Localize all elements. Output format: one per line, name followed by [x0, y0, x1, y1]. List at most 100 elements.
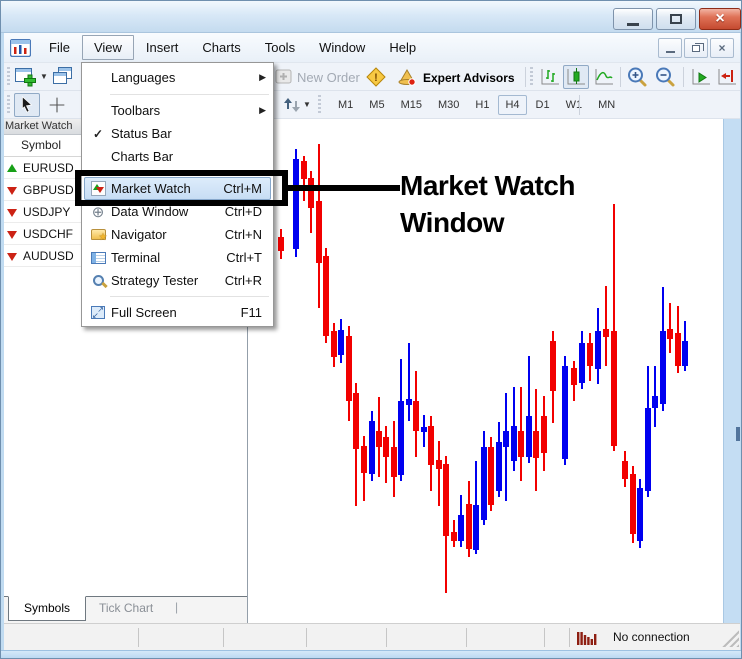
window-minimize-button[interactable] — [613, 8, 653, 30]
candle-body — [323, 256, 329, 336]
view-menu-item-full-screen[interactable]: Full Screen F11 — [84, 301, 271, 324]
bar-chart-button[interactable] — [537, 65, 563, 89]
toolbar-separator — [683, 67, 684, 87]
auto-scroll-button[interactable] — [688, 65, 714, 89]
view-menu-item-data-window[interactable]: Data Window Ctrl+D — [84, 200, 271, 223]
child-window-close-button[interactable]: × — [710, 38, 734, 58]
candle-body — [436, 460, 442, 469]
expert-advisors-button[interactable]: Expert Advisors — [423, 71, 515, 85]
statusbar-divider — [223, 628, 224, 647]
down-arrow-icon — [7, 253, 17, 261]
menu-item-shortcut: F11 — [240, 305, 262, 320]
candle-body — [652, 396, 658, 408]
annotation-connector-line — [288, 185, 400, 191]
crosshair-tool-button[interactable] — [44, 93, 70, 117]
menubar-item-charts[interactable]: Charts — [190, 35, 252, 60]
line-chart-button[interactable] — [591, 65, 617, 89]
new-order-button[interactable]: New Order — [297, 70, 360, 85]
strategy-tester-glyph — [92, 275, 104, 286]
zoom-in-button[interactable] — [625, 65, 651, 89]
timeframe-button-m30[interactable]: M30 — [431, 95, 466, 115]
symbol-name: AUDUSD — [23, 249, 74, 263]
timeframe-button-w1[interactable]: W1 — [559, 95, 590, 115]
warning-button[interactable]: ! — [363, 65, 389, 89]
candle-body — [579, 343, 585, 383]
view-menu-item-charts-bar[interactable]: Charts Bar — [84, 145, 271, 168]
tab-tick-chart[interactable]: Tick Chart — [99, 601, 153, 615]
annotation-line1: Market Watch — [400, 170, 576, 201]
view-menu-item-strategy-tester[interactable]: Strategy Tester Ctrl+R — [84, 269, 271, 292]
candle-body — [541, 416, 547, 453]
data-window-glyph — [92, 203, 105, 221]
menu-item-label: Status Bar — [111, 126, 172, 141]
child-window-minimize-button[interactable] — [658, 38, 682, 58]
candle-body — [667, 329, 673, 339]
timeframe-button-d1[interactable]: D1 — [529, 95, 557, 115]
chart-profiles-icon — [53, 67, 72, 84]
view-menu-item-navigator[interactable]: Navigator Ctrl+N — [84, 223, 271, 246]
toolbar-grip[interactable] — [318, 95, 321, 115]
candle-body — [406, 399, 412, 405]
view-menu-item-market-watch[interactable]: Market Watch Ctrl+M — [84, 177, 271, 200]
menubar-item-window[interactable]: Window — [307, 35, 377, 60]
candle-body — [361, 446, 367, 473]
menubar-item-insert[interactable]: Insert — [134, 35, 191, 60]
candlestick-chart-button[interactable] — [563, 65, 589, 89]
new-chart-button[interactable] — [13, 65, 39, 89]
menubar-item-file[interactable]: File — [37, 35, 82, 60]
indicators-dropdown-caret[interactable]: ▼ — [303, 100, 311, 109]
candle-body — [376, 431, 382, 447]
indicators-button[interactable] — [278, 93, 304, 117]
candle-body — [301, 161, 307, 179]
candle-body — [466, 504, 472, 549]
candle-body — [603, 329, 609, 337]
menubar-item-help[interactable]: Help — [377, 35, 428, 60]
timeframe-button-mn[interactable]: MN — [591, 95, 622, 115]
view-menu-item-toolbars[interactable]: Toolbars ▶ — [84, 99, 271, 122]
candle-body — [533, 431, 539, 458]
view-menu-item-terminal[interactable]: Terminal Ctrl+T — [84, 246, 271, 269]
view-menu-item-languages[interactable]: Languages ▶ — [84, 65, 271, 90]
new-chart-dropdown-caret[interactable]: ▼ — [40, 72, 48, 81]
tab-divider: | — [175, 600, 179, 614]
symbol-name: GBPUSD — [23, 183, 74, 197]
timeframe-button-m5[interactable]: M5 — [362, 95, 391, 115]
child-window-restore-button[interactable] — [684, 38, 708, 58]
timeframe-button-h1[interactable]: H1 — [468, 95, 496, 115]
menu-item-label: Data Window — [111, 204, 189, 219]
title-bar: × — [1, 1, 741, 33]
timeframe-button-m15[interactable]: M15 — [394, 95, 429, 115]
candle-body — [526, 416, 532, 457]
menu-separator — [110, 94, 269, 95]
new-order-icon[interactable] — [271, 65, 297, 89]
toolbar-grip[interactable] — [530, 67, 533, 87]
candle-body — [511, 426, 517, 461]
status-bar: No connection — [1, 623, 741, 650]
toolbar-grip[interactable] — [7, 67, 10, 87]
zoom-out-button[interactable] — [653, 65, 679, 89]
toolbar-grip[interactable] — [7, 95, 10, 115]
tab-symbols[interactable]: Symbols — [8, 596, 86, 621]
zoom-in-icon — [628, 67, 647, 87]
close-icon: × — [715, 10, 725, 27]
cursor-tool-button[interactable] — [14, 93, 40, 117]
menubar-item-tools[interactable]: Tools — [253, 35, 307, 60]
timeframe-button-m1[interactable]: M1 — [331, 95, 360, 115]
market-watch-tabs: Symbols Tick Chart | — [1, 596, 247, 623]
window-maximize-button[interactable] — [656, 8, 696, 30]
annotation-text: Market Watch Window — [400, 167, 576, 241]
window-close-button[interactable]: × — [699, 8, 741, 30]
child-close-icon: × — [718, 41, 726, 55]
candle-body — [458, 515, 464, 541]
timeframe-button-h4[interactable]: H4 — [498, 95, 527, 115]
view-menu-item-status-bar[interactable]: ✓ Status Bar — [84, 122, 271, 145]
menubar-item-view[interactable]: View — [81, 35, 134, 60]
strategy-tester-icon — [85, 275, 111, 286]
connection-signal-icon — [577, 632, 597, 645]
resize-grip[interactable] — [720, 628, 739, 647]
chart-profiles-button[interactable] — [50, 65, 76, 89]
candle-body — [611, 331, 617, 446]
menu-item-shortcut: Ctrl+M — [223, 181, 262, 196]
statusbar-divider — [569, 628, 570, 647]
chart-shift-button[interactable] — [714, 65, 740, 89]
